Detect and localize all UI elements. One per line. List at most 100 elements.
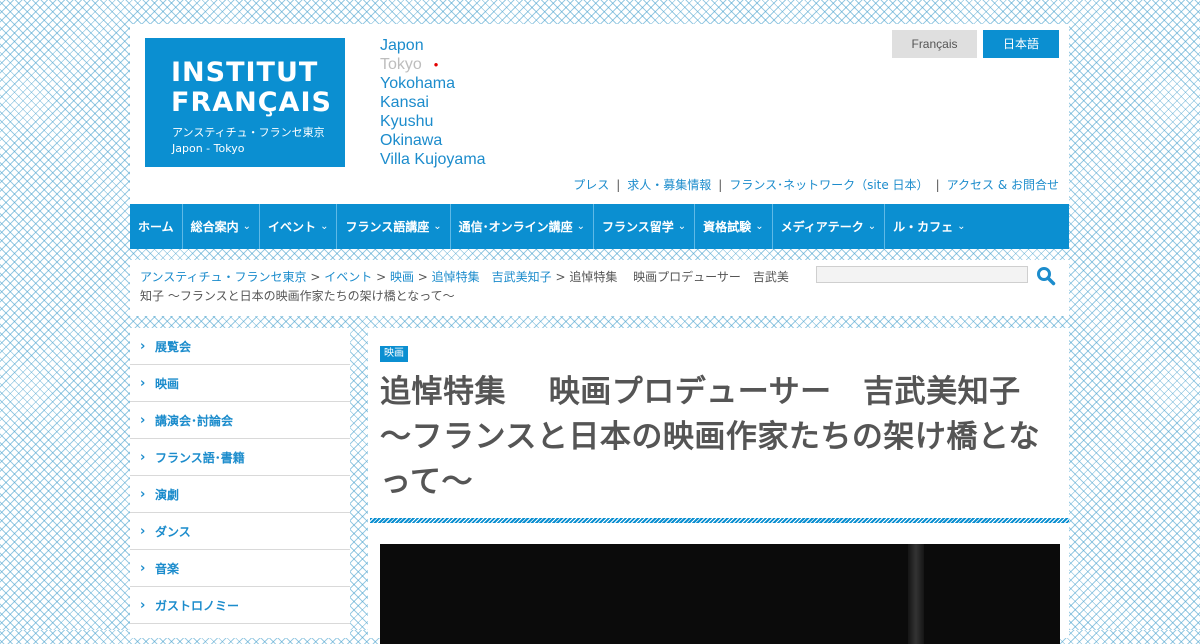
sidebar-item-label: 講演会･討論会 xyxy=(155,413,234,428)
city-label: Okinawa xyxy=(380,132,443,149)
nav-label: ル・カフェ xyxy=(893,220,954,234)
logo-line2: FRANÇAIS xyxy=(171,87,332,118)
nav-item-study-in-france[interactable]: フランス留学 ⌄ xyxy=(594,204,696,249)
chevron-down-icon: ⌄ xyxy=(242,221,252,232)
nav-item-general-info[interactable]: 総合案内 ⌄ xyxy=(183,204,261,249)
language-button-french[interactable]: Français xyxy=(892,30,977,58)
logo-subtitle: アンスティチュ・フランセ東京 xyxy=(172,126,325,139)
site-header: INSTITUT FRANÇAIS アンスティチュ・フランセ東京 Japon -… xyxy=(130,24,1069,204)
magnifier-icon xyxy=(1037,267,1056,286)
util-link-press[interactable]: プレス xyxy=(573,178,609,192)
chevron-right-icon: › xyxy=(140,598,146,613)
city-label: Kyushu xyxy=(380,113,434,130)
chevron-down-icon: ⌄ xyxy=(755,221,764,232)
city-link-japon[interactable]: Japon xyxy=(380,36,486,55)
category-sidebar: › 展覧会 › 映画 › 講演会･討論会 › フランス語･書籍 › 演劇 › ダンス › 音楽… xyxy=(130,328,350,638)
category-tag[interactable]: 映画 xyxy=(380,346,408,362)
sidebar-item-label: ダンス xyxy=(155,524,191,539)
nav-item-online-courses[interactable]: 通信･オンライン講座 ⌄ xyxy=(451,204,595,249)
nav-label: 通信･オンライン講座 xyxy=(458,220,573,234)
city-link-tokyo[interactable]: Tokyo • xyxy=(380,55,486,74)
nav-item-events[interactable]: イベント ⌄ xyxy=(260,204,338,249)
chevron-right-icon: › xyxy=(140,450,146,465)
nav-label: フランス語講座 xyxy=(345,220,430,234)
utility-links: プレス | 求人・募集情報 | フランス･ネットワーク（site 日本） | アクセス & … xyxy=(573,176,1059,193)
breadcrumb-link-tribute[interactable]: 追悼特集 吉武美知子 xyxy=(432,270,552,284)
city-link-kansai[interactable]: Kansai xyxy=(380,93,486,112)
city-link-okinawa[interactable]: Okinawa xyxy=(380,131,486,150)
nav-label: 資格試験 xyxy=(703,220,752,234)
chevron-right-icon: › xyxy=(140,376,146,391)
city-label: Tokyo xyxy=(380,56,422,73)
sidebar-item-theatre[interactable]: › 演劇 xyxy=(130,476,350,513)
util-link-access-contact[interactable]: アクセス & お問合せ xyxy=(947,178,1059,192)
sidebar-item-exhibitions[interactable]: › 展覧会 xyxy=(130,328,350,365)
article-content: 映画 追悼特集 映画プロデューサー 吉武美知子 ～フランスと日本の映画作家たちの… xyxy=(368,328,1069,644)
sidebar-item-label: フランス語･書籍 xyxy=(155,450,245,465)
nav-item-exams[interactable]: 資格試験 ⌄ xyxy=(695,204,773,249)
nav-label: イベント xyxy=(268,220,317,234)
chevron-right-icon: › xyxy=(140,561,146,576)
search-input[interactable] xyxy=(816,266,1028,283)
sidebar-item-label: 演劇 xyxy=(155,487,180,502)
separator: | xyxy=(616,178,621,192)
sidebar-item-label: ガストロノミー xyxy=(155,598,240,613)
breadcrumb-separator: > xyxy=(413,270,432,284)
institut-francais-logo[interactable]: INSTITUT FRANÇAIS アンスティチュ・フランセ東京 Japon -… xyxy=(145,38,345,167)
nav-item-home[interactable]: ホーム xyxy=(130,204,183,249)
chevron-right-icon: › xyxy=(140,339,146,354)
city-label: Kansai xyxy=(380,94,429,111)
nav-label: メディアテーク xyxy=(780,220,864,234)
city-label: Yokohama xyxy=(380,75,456,92)
article-photo xyxy=(380,544,1060,644)
city-label: Japon xyxy=(380,37,424,54)
nav-label: 総合案内 xyxy=(190,220,239,234)
main-nav: ホーム 総合案内 ⌄ イベント ⌄ フランス語講座 ⌄ 通信･オンライン講座 ⌄ フラン… xyxy=(130,204,1069,249)
logo-line1: INSTITUT xyxy=(171,57,319,88)
city-link-villa-kujoyama[interactable]: Villa Kujoyama xyxy=(380,150,486,169)
breadcrumb-link-cinema[interactable]: 映画 xyxy=(390,270,414,284)
breadcrumb-separator: > xyxy=(551,270,570,284)
chevron-right-icon: › xyxy=(140,487,146,502)
logo-location: Japon - Tokyo xyxy=(172,142,245,155)
util-link-network[interactable]: フランス･ネットワーク（site 日本） xyxy=(729,178,928,192)
separator: | xyxy=(718,178,723,192)
sidebar-item-label: 音楽 xyxy=(155,561,180,576)
chevron-down-icon: ⌄ xyxy=(320,221,329,232)
sidebar-item-gastronomy[interactable]: › ガストロノミー xyxy=(130,587,350,624)
city-link-yokohama[interactable]: Yokohama xyxy=(380,74,486,93)
search-button[interactable] xyxy=(1036,266,1056,286)
breadcrumb-bar: アンスティチュ・フランセ東京 > イベント > 映画 > 追悼特集 吉武美知子 … xyxy=(130,260,1069,316)
separator: | xyxy=(935,178,940,192)
nav-item-french-courses[interactable]: フランス語講座 ⌄ xyxy=(337,204,451,249)
chevron-down-icon: ⌄ xyxy=(433,221,442,232)
sidebar-item-lectures[interactable]: › 講演会･討論会 xyxy=(130,402,350,439)
chevron-down-icon: ⌄ xyxy=(677,221,687,232)
util-link-jobs[interactable]: 求人・募集情報 xyxy=(627,178,711,192)
city-label: Villa Kujoyama xyxy=(380,151,486,168)
city-list: Japon Tokyo • Yokohama Kansai Kyushu Okin… xyxy=(380,36,486,169)
nav-item-le-cafe[interactable]: ル・カフェ ⌄ xyxy=(885,204,973,249)
chevron-down-icon: ⌄ xyxy=(957,221,966,232)
nav-item-mediatheque[interactable]: メディアテーク ⌄ xyxy=(773,204,886,249)
current-city-dot: • xyxy=(433,57,439,72)
sidebar-item-cinema[interactable]: › 映画 xyxy=(130,365,350,402)
chevron-right-icon: › xyxy=(140,524,146,539)
sidebar-item-music[interactable]: › 音楽 xyxy=(130,550,350,587)
breadcrumb-separator: > xyxy=(372,270,390,284)
sidebar-item-label: 映画 xyxy=(155,376,180,391)
city-link-kyushu[interactable]: Kyushu xyxy=(380,112,486,131)
sidebar-item-dance[interactable]: › ダンス xyxy=(130,513,350,550)
breadcrumb-link-home[interactable]: アンスティチュ・フランセ東京 xyxy=(140,270,307,284)
language-button-japanese[interactable]: 日本語 xyxy=(983,30,1059,58)
breadcrumb-separator: > xyxy=(306,270,325,284)
photo-pole xyxy=(908,544,924,644)
chevron-down-icon: ⌄ xyxy=(576,221,586,232)
chevron-right-icon: › xyxy=(140,413,146,428)
breadcrumb: アンスティチュ・フランセ東京 > イベント > 映画 > 追悼特集 吉武美知子 … xyxy=(140,268,790,306)
sidebar-item-french-books[interactable]: › フランス語･書籍 xyxy=(130,439,350,476)
title-divider xyxy=(370,518,1069,523)
breadcrumb-link-events[interactable]: イベント xyxy=(324,270,372,284)
sidebar-item-label: 展覧会 xyxy=(155,339,192,354)
page-title: 追悼特集 映画プロデューサー 吉武美知子 ～フランスと日本の映画作家たちの架け橋… xyxy=(380,374,1040,500)
